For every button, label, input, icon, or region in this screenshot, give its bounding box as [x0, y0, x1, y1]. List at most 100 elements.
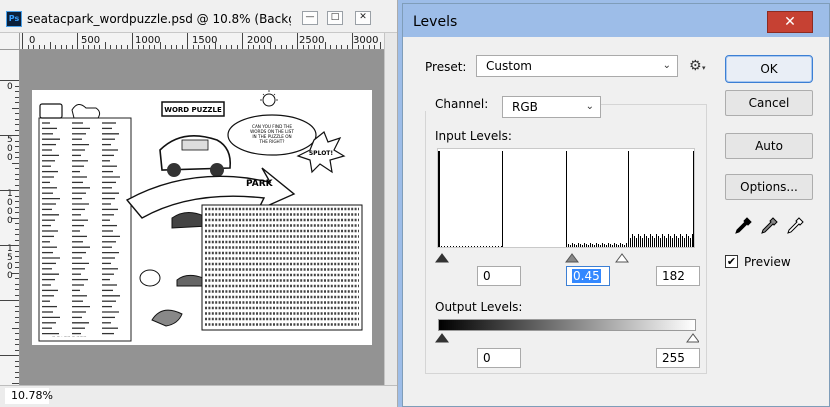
preset-dropdown[interactable]: Custom ⌄ — [476, 55, 678, 77]
ruler-tick — [297, 33, 298, 49]
ruler-tick — [126, 45, 128, 49]
histogram-bar — [624, 245, 625, 247]
ruler-tick — [253, 45, 254, 49]
eyedropper-white-icon[interactable] — [785, 216, 805, 236]
gear-icon[interactable]: ⚙ — [689, 58, 702, 74]
document-titlebar[interactable]: Ps seatacpark_wordpuzzle.psd @ 10.8% (Ba… — [0, 0, 397, 33]
ok-button[interactable]: OK — [725, 55, 813, 83]
histogram-bar — [632, 234, 633, 247]
histogram-bar — [650, 234, 651, 247]
preset-value: Custom — [486, 59, 532, 73]
cancel-button[interactable]: Cancel — [725, 90, 813, 116]
histogram-graph — [438, 151, 694, 247]
ruler-tick — [15, 85, 19, 87]
ruler-tick — [15, 261, 19, 263]
artwork-heading: WORD PUZZLE — [164, 106, 222, 114]
output-black-field[interactable]: 0 — [477, 348, 521, 368]
minimize-button[interactable]: — — [302, 11, 318, 25]
histogram-bar — [501, 246, 502, 247]
ruler-tick — [231, 45, 232, 49]
ruler-tick — [121, 45, 122, 49]
ruler-tick — [77, 33, 78, 49]
histogram-bar — [658, 236, 659, 247]
ruler-tick — [15, 239, 19, 241]
ruler-tick — [247, 45, 249, 49]
histogram-bar — [670, 236, 671, 247]
ruler-tick — [187, 33, 188, 49]
ruler-tick — [275, 45, 276, 49]
histogram-bar — [594, 245, 595, 247]
vertical-ruler[interactable]: 0 5 0 0 1 0 0 0 1 5 0 0 — [0, 50, 20, 385]
ruler-tick — [15, 146, 19, 147]
histogram-bar — [483, 246, 484, 247]
canvas-area[interactable]: WORD PUZZLE CAN YOU FIND THE WORDS ON THE… — [20, 50, 384, 385]
ruler-tick — [15, 360, 19, 362]
histogram-bar — [592, 244, 593, 247]
channel-dropdown[interactable]: RGB ⌄ — [502, 96, 601, 118]
histogram-bar — [498, 246, 499, 247]
eyedropper-gray-icon[interactable] — [759, 216, 779, 236]
histogram-bar — [578, 243, 579, 247]
ruler-tick — [0, 135, 19, 136]
input-gamma-field[interactable]: 0.45 — [566, 266, 610, 286]
document-canvas[interactable]: WORD PUZZLE CAN YOU FIND THE WORDS ON THE… — [32, 90, 372, 345]
histogram-bar — [462, 246, 463, 247]
ruler-tick — [15, 96, 19, 98]
histogram-bar — [468, 246, 469, 247]
vertical-scrollbar[interactable] — [384, 33, 397, 385]
ruler-tick — [269, 42, 271, 49]
output-white-handle[interactable] — [686, 333, 699, 343]
ruler-tick — [15, 267, 19, 268]
ruler-tick — [368, 45, 370, 49]
horizontal-ruler[interactable]: 0 500 1000 1500 2000 2500 3000 — [20, 33, 384, 50]
input-white-handle[interactable] — [615, 253, 629, 263]
ruler-tick — [302, 45, 304, 49]
ruler-tick — [12, 217, 19, 219]
photoshop-app-icon: Ps — [6, 11, 22, 27]
ruler-tick — [379, 42, 381, 49]
eyedropper-black-icon[interactable] — [733, 216, 753, 236]
histogram-bar — [680, 234, 681, 247]
histogram-bar — [486, 246, 487, 247]
document-close-button[interactable]: ✕ — [355, 11, 371, 25]
maximize-button[interactable]: □ — [327, 11, 343, 25]
input-levels-slider[interactable] — [433, 250, 699, 264]
input-black-field[interactable]: 0 — [477, 266, 521, 286]
output-white-field[interactable]: 255 — [656, 348, 700, 368]
output-levels-slider[interactable] — [433, 330, 699, 344]
ruler-tick — [15, 344, 19, 345]
histogram-bar — [642, 238, 643, 247]
histogram-bar — [652, 236, 653, 247]
input-gamma-handle[interactable] — [565, 253, 579, 263]
ruler-origin[interactable] — [0, 33, 20, 50]
input-white-field[interactable]: 182 — [656, 266, 700, 286]
histogram-bar — [441, 246, 442, 247]
histogram-bar — [450, 246, 451, 247]
histogram-bar — [634, 236, 635, 247]
ruler-tick — [357, 45, 359, 49]
ruler-tick — [346, 45, 348, 49]
splat-text: SPLOT! — [309, 150, 333, 157]
zoom-level-field[interactable]: 10.78% — [5, 388, 53, 404]
input-black-handle[interactable] — [435, 253, 449, 263]
histogram-bar — [690, 238, 691, 247]
options-button[interactable]: Options... — [725, 174, 813, 200]
histogram-bar — [648, 238, 649, 247]
park-sign-text: PARK — [246, 179, 274, 189]
ruler-tick — [220, 45, 221, 49]
ruler-tick — [15, 316, 19, 318]
ruler-tick — [15, 228, 19, 230]
histogram-bar — [606, 245, 607, 247]
ruler-tick — [15, 179, 19, 180]
ruler-tick — [15, 256, 19, 257]
levels-titlebar[interactable]: Levels ✕ — [403, 4, 829, 37]
auto-button[interactable]: Auto — [725, 133, 813, 159]
histogram-bar — [566, 151, 567, 247]
preview-checkbox[interactable]: ✔ — [725, 255, 738, 268]
histogram-bar — [574, 244, 575, 247]
ruler-tick — [82, 45, 84, 49]
levels-close-button[interactable]: ✕ — [767, 11, 813, 33]
histogram-bar — [588, 245, 589, 247]
output-black-handle[interactable] — [435, 333, 449, 343]
ruler-tick — [15, 349, 19, 351]
